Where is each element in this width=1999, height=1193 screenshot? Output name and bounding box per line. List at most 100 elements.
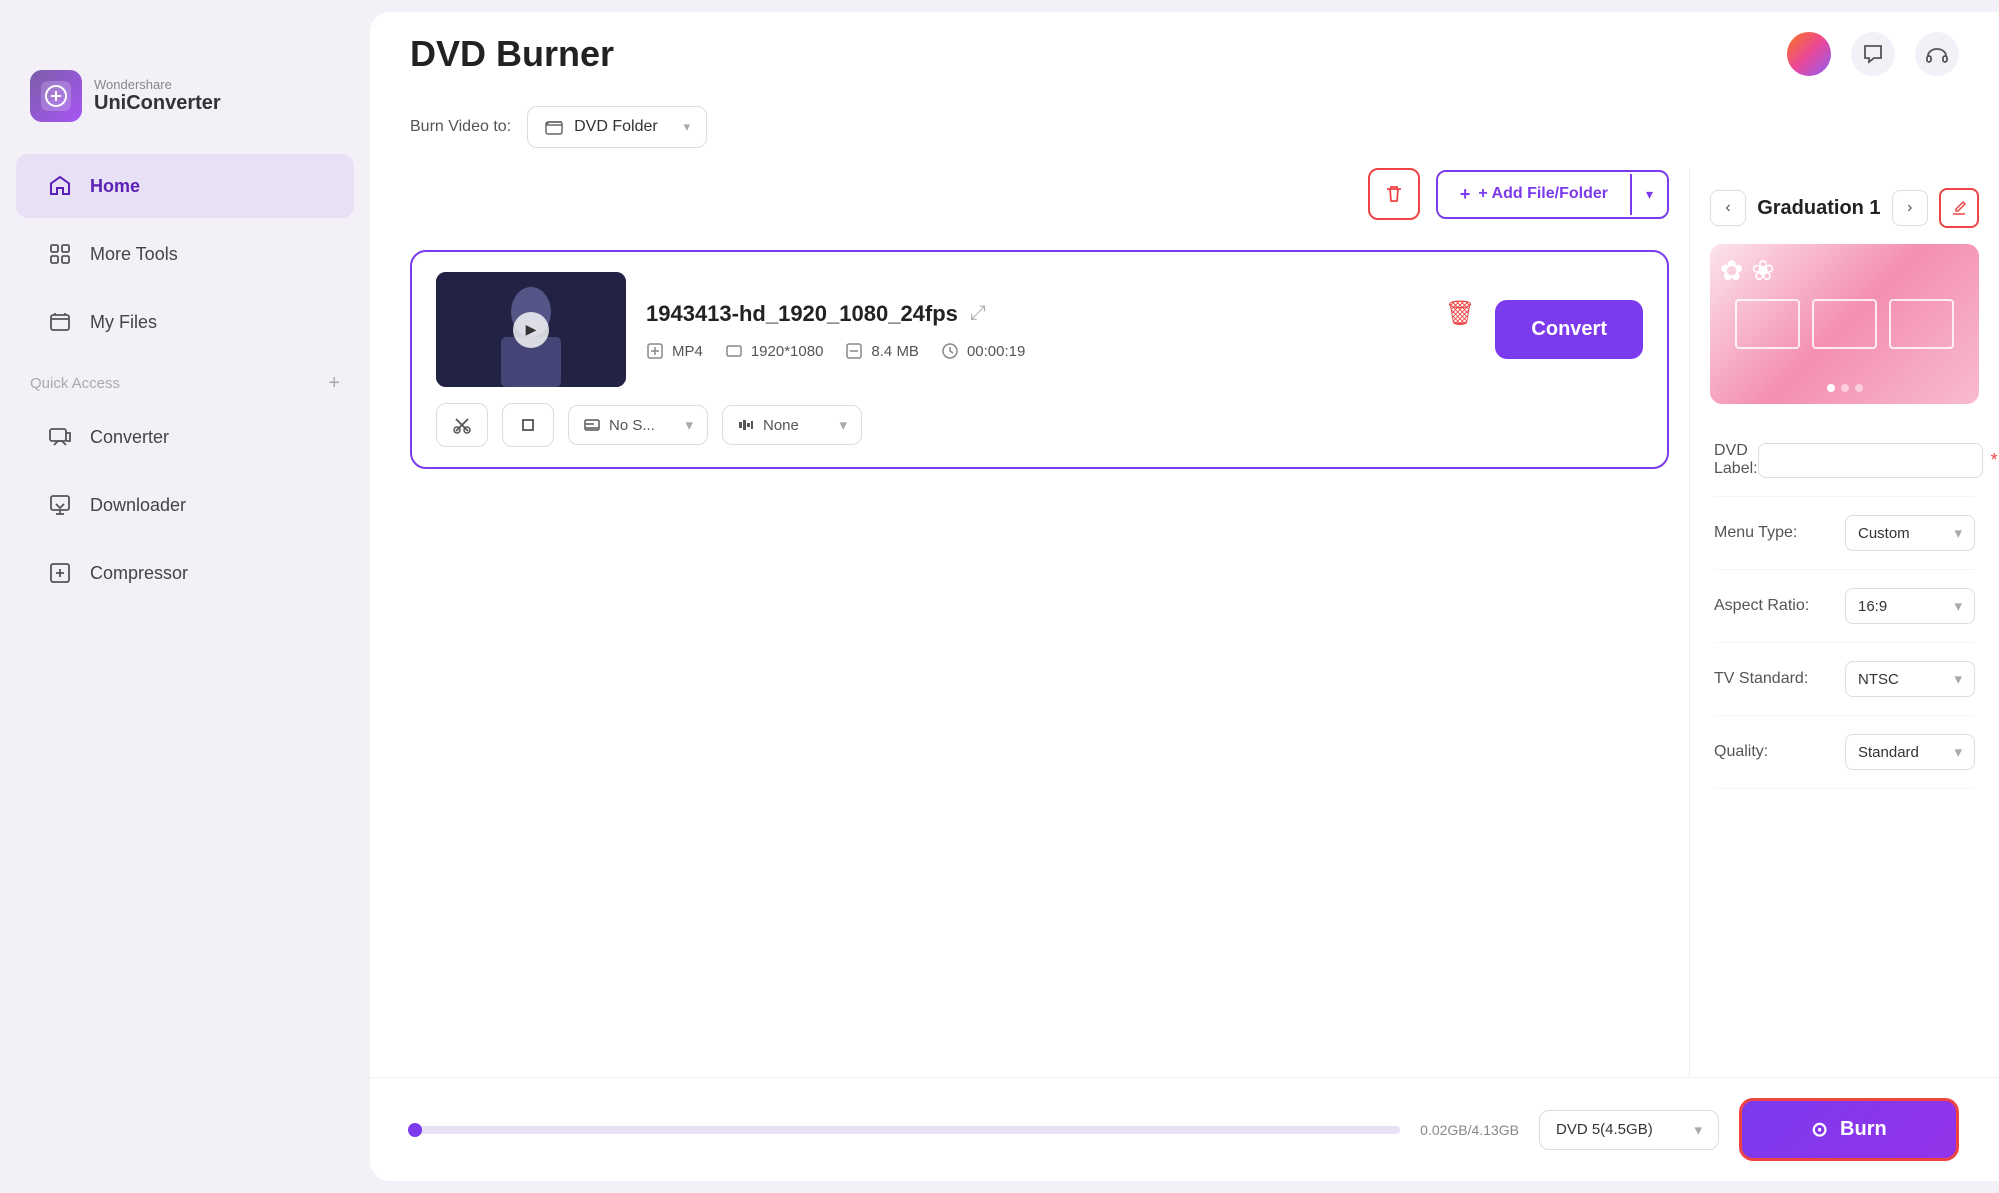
home-label: Home [90,176,140,197]
play-button[interactable]: ▶ [513,312,549,348]
delete-all-button[interactable] [1368,168,1420,220]
tv-standard-label: TV Standard: [1714,670,1808,688]
page-title: DVD Burner [410,33,614,75]
add-file-folder-button[interactable]: + + Add File/Folder ▾ [1436,170,1669,219]
dvd-size-chevron: ▾ [1694,1121,1702,1139]
preview-dots [1827,384,1863,392]
aspect-ratio-dropdown[interactable]: 16:9 ▾ [1845,588,1975,624]
convert-button[interactable]: Convert [1495,300,1643,359]
audio-dropdown[interactable]: None ▾ [722,405,862,445]
add-file-chevron[interactable]: ▾ [1630,174,1667,215]
quick-access-add-button[interactable]: + [328,372,340,395]
duration-meta: 00:00:19 [941,342,1025,360]
video-info: 1943413-hd_1920_1080_24fps ⤢ 🗑 [646,299,1475,360]
sidebar-item-converter[interactable]: Converter [16,405,354,469]
headphone-button[interactable] [1915,32,1959,76]
menu-type-value: Custom [1858,525,1910,542]
template-title: Graduation 1 [1757,197,1880,220]
preview-dot-2 [1841,384,1849,392]
quick-access-label: Quick Access [30,375,120,392]
user-avatar[interactable] [1787,32,1831,76]
size-icon [845,342,863,360]
prev-template-button[interactable]: ‹ [1710,190,1746,226]
burn-video-label: Burn Video to: [410,118,511,136]
video-size: 8.4 MB [871,343,919,360]
progress-thumb [408,1123,422,1137]
dvd-label-row: DVD Label: * [1714,424,1975,497]
converter-icon [46,423,74,451]
logo-text: Wondershare UniConverter [94,77,221,115]
next-template-button[interactable]: › [1892,190,1928,226]
trim-button[interactable] [436,403,488,447]
sidebar-item-my-files[interactable]: My Files [16,290,354,354]
compressor-label: Compressor [90,563,188,584]
clock-icon [941,342,959,360]
aspect-ratio-row: Aspect Ratio: 16:9 ▾ [1714,570,1975,643]
required-star: * [1991,450,1998,471]
audio-value: None [763,417,799,434]
prev-chevron-icon: ‹ [1725,199,1730,217]
video-filename: 1943413-hd_1920_1080_24fps [646,301,958,327]
preview-dot-3 [1855,384,1863,392]
edit-template-button[interactable] [1939,188,1979,228]
compressor-icon [46,559,74,587]
app-logo-icon [30,70,82,122]
size-meta: 8.4 MB [845,342,919,360]
preview-flowers: ✿ ❀ [1720,254,1775,287]
preview-box-1 [1735,299,1800,349]
quality-row: Quality: Standard ▾ [1714,716,1975,789]
burn-button[interactable]: ⊙ Burn [1739,1098,1959,1161]
burn-icon: ⊙ [1811,1117,1828,1142]
tv-standard-dropdown[interactable]: NTSC ▾ [1845,661,1975,697]
tv-standard-chevron: ▾ [1954,670,1962,688]
video-delete-button[interactable]: 🗑 [1445,299,1475,328]
quality-value: Standard [1858,744,1919,761]
quality-label: Quality: [1714,743,1768,761]
sidebar-item-home[interactable]: Home [16,154,354,218]
progress-track [410,1126,1400,1134]
preview-background: ✿ ❀ [1710,244,1979,404]
tv-standard-row: TV Standard: NTSC ▾ [1714,643,1975,716]
dvd-size-dropdown[interactable]: DVD 5(4.5GB) ▾ [1539,1110,1719,1150]
preview-box-3 [1889,299,1954,349]
message-button[interactable] [1851,32,1895,76]
video-resolution: 1920*1080 [751,343,824,360]
sidebar-item-compressor[interactable]: Compressor [16,541,354,605]
add-file-main[interactable]: + + Add File/Folder [1438,172,1630,217]
bottom-bar: 0.02GB/4.13GB DVD 5(4.5GB) ▾ ⊙ Burn [370,1077,1999,1181]
home-icon [46,172,74,200]
burn-target-value: DVD Folder [574,118,658,136]
more-tools-label: More Tools [90,244,178,265]
my-files-icon [46,308,74,336]
menu-type-dropdown[interactable]: Custom ▾ [1845,515,1975,551]
quality-dropdown[interactable]: Standard ▾ [1845,734,1975,770]
audio-icon [737,416,755,434]
preview-boxes [1735,299,1954,349]
downloader-icon [46,491,74,519]
video-duration: 00:00:19 [967,343,1025,360]
dvd-size-value: DVD 5(4.5GB) [1556,1121,1653,1138]
my-files-label: My Files [90,312,157,333]
preview-dot-1 [1827,384,1835,392]
quick-access-section: Quick Access + [0,356,370,403]
dvd-label-input[interactable] [1758,443,1983,478]
more-tools-icon [46,240,74,268]
burn-video-bar: Burn Video to: DVD Folder ▾ [370,96,1999,168]
burn-target-dropdown[interactable]: DVD Folder ▾ [527,106,707,148]
resolution-meta: 1920*1080 [725,342,824,360]
action-bar: + + Add File/Folder ▾ [410,168,1669,220]
aspect-ratio-value: 16:9 [1858,598,1887,615]
sidebar-item-downloader[interactable]: Downloader [16,473,354,537]
video-format: MP4 [672,343,703,360]
external-link-icon[interactable]: ⤢ [970,302,986,325]
audio-chevron: ▾ [839,416,847,434]
top-bar: DVD Burner [370,12,1999,96]
next-chevron-icon: › [1907,199,1912,217]
subtitle-dropdown[interactable]: No S... ▾ [568,405,708,445]
add-plus-icon: + [1460,184,1471,205]
menu-type-chevron: ▾ [1954,524,1962,542]
video-thumbnail: ▶ [436,272,626,387]
sidebar-item-more-tools[interactable]: More Tools [16,222,354,286]
settings-panel: DVD Label: * Menu Type: Custom ▾ Aspect … [1690,424,1999,789]
crop-button[interactable] [502,403,554,447]
